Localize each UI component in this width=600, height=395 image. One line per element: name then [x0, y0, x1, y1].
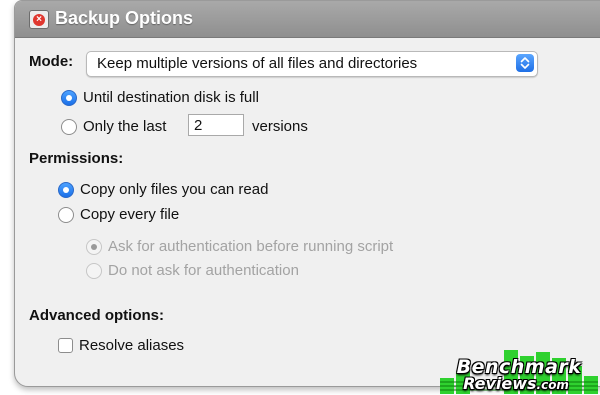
radio-copy-readable[interactable]: Copy only files you can read [58, 181, 268, 198]
radio-copy-every[interactable]: Copy every file [58, 206, 179, 223]
mode-label: Mode: [29, 53, 74, 70]
radio-only-last[interactable]: Only the last [61, 118, 166, 135]
logo-reviews-text: Reviews [463, 374, 537, 393]
title-bar: × Backup Options [15, 1, 600, 38]
radio-button-disabled-selected [86, 238, 102, 255]
versions-count-input[interactable] [188, 114, 244, 136]
radio-button[interactable] [61, 118, 77, 135]
mode-popup[interactable]: Keep multiple versions of all files and … [86, 51, 538, 77]
mode-popup-value: Keep multiple versions of all files and … [97, 55, 418, 72]
radio-button-selected[interactable] [61, 89, 77, 106]
radio-button-disabled [86, 262, 102, 279]
radio-ask-auth: Ask for authentication before running sc… [86, 238, 393, 255]
logo-dotcom-text: .com [536, 378, 569, 392]
close-button[interactable]: × [29, 10, 49, 29]
radio-label: Only the last [83, 118, 167, 135]
advanced-options-label: Advanced options: [29, 307, 165, 324]
radio-no-auth: Do not ask for authentication [86, 262, 299, 279]
radio-label: Until destination disk is full [83, 89, 259, 106]
radio-until-disk-full[interactable]: Until destination disk is full [61, 89, 259, 106]
radio-button-selected[interactable] [58, 181, 74, 198]
popup-arrows-icon [516, 54, 534, 72]
radio-label: Copy every file [80, 206, 180, 223]
radio-label: Do not ask for authentication [108, 262, 299, 279]
resolve-aliases-checkbox-row[interactable]: Resolve aliases [58, 337, 184, 354]
versions-suffix-label: versions [252, 118, 308, 135]
radio-button[interactable] [58, 206, 74, 223]
window-title: Backup Options [55, 8, 194, 28]
permissions-label: Permissions: [29, 150, 124, 167]
benchmark-reviews-logo: Benchmark Reviews.com [440, 348, 598, 394]
checkbox-label: Resolve aliases [79, 337, 185, 354]
close-icon: × [33, 13, 45, 26]
logo-line-reviews: Reviews.com [434, 374, 598, 393]
radio-label: Ask for authentication before running sc… [108, 238, 394, 255]
resolve-aliases-checkbox[interactable] [58, 338, 73, 353]
radio-label: Copy only files you can read [80, 181, 269, 198]
